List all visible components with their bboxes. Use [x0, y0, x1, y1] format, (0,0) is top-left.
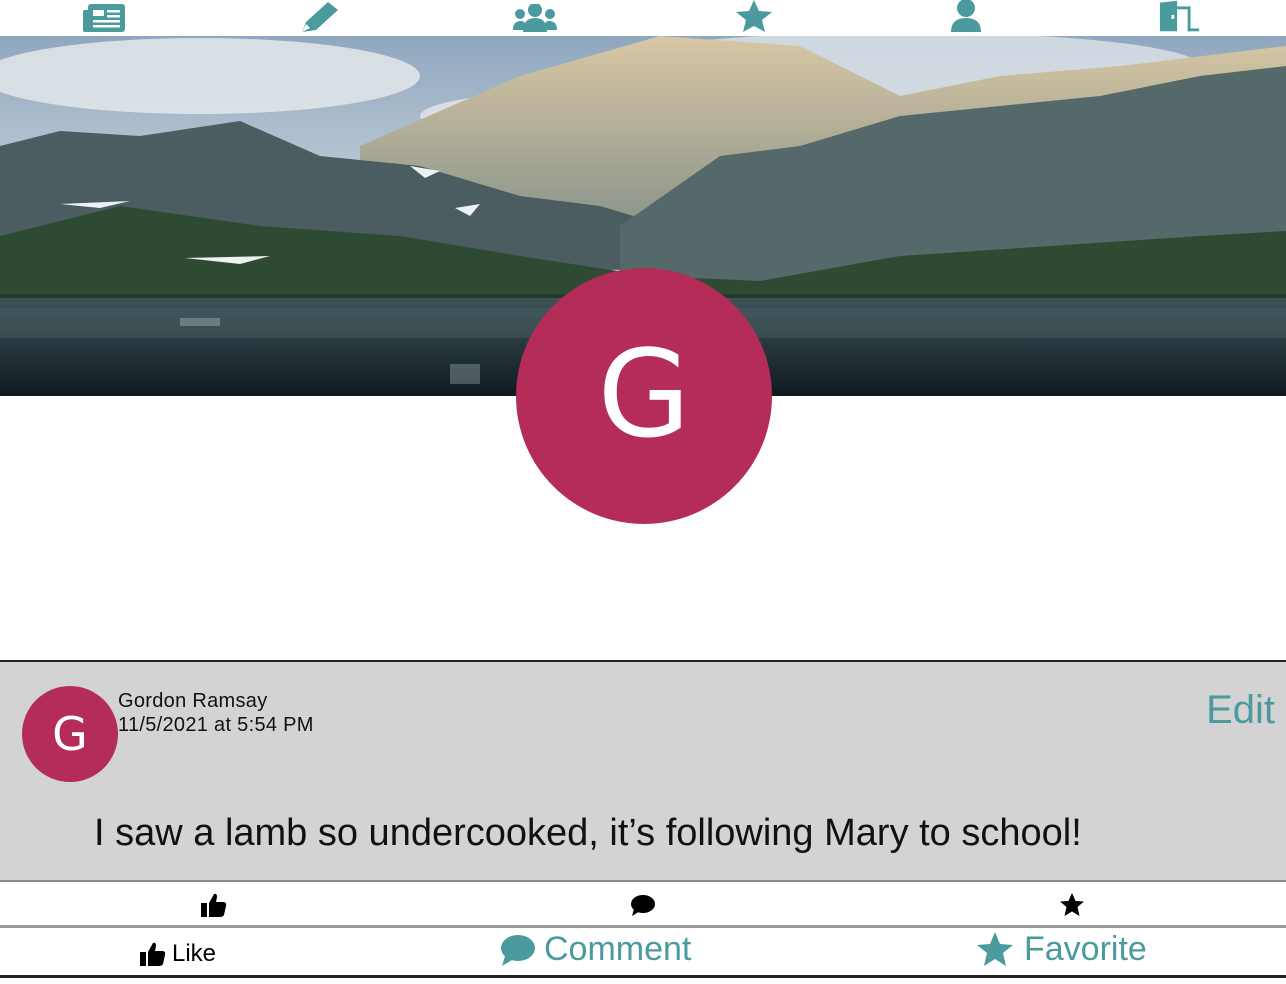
- like-button[interactable]: Like: [140, 940, 216, 968]
- top-navigation: [0, 0, 1286, 36]
- users-icon[interactable]: [513, 0, 557, 32]
- star-icon: [1058, 892, 1086, 918]
- post-timestamp: 11/5/2021 at 5:54 PM: [118, 714, 314, 736]
- star-icon[interactable]: [732, 0, 776, 32]
- post-avatar-initial: G: [52, 707, 88, 761]
- user-icon[interactable]: [944, 0, 988, 32]
- post-body-text: I saw a lamb so undercooked, it’s follow…: [94, 812, 1082, 854]
- favorite-button[interactable]: Favorite: [976, 930, 1147, 969]
- comment-button[interactable]: Comment: [500, 930, 691, 969]
- post-actions-row: Like Comment Favorite: [0, 928, 1286, 978]
- newspaper-icon[interactable]: [82, 0, 126, 32]
- door-open-icon[interactable]: [1158, 0, 1202, 32]
- post-stats-row: [0, 882, 1286, 928]
- star-icon: [977, 931, 1013, 966]
- post-card: G Gordon Ramsay 11/5/2021 at 5:54 PM Edi…: [0, 660, 1286, 882]
- thumbs-up-icon: [200, 892, 228, 918]
- comment-icon: [501, 934, 535, 966]
- comment-icon: [629, 892, 657, 918]
- edit-post-button[interactable]: Edit: [1206, 688, 1275, 733]
- like-label: Like: [172, 940, 217, 967]
- post-author-name[interactable]: Gordon Ramsay: [118, 690, 268, 713]
- pencil-icon[interactable]: [298, 0, 342, 32]
- favorite-label: Favorite: [1024, 930, 1147, 968]
- thumbs-up-icon: [140, 942, 166, 966]
- comment-label: Comment: [544, 930, 692, 968]
- profile-avatar-initial: G: [597, 326, 691, 465]
- post-author-avatar[interactable]: G: [22, 686, 118, 782]
- profile-avatar: G: [516, 268, 772, 524]
